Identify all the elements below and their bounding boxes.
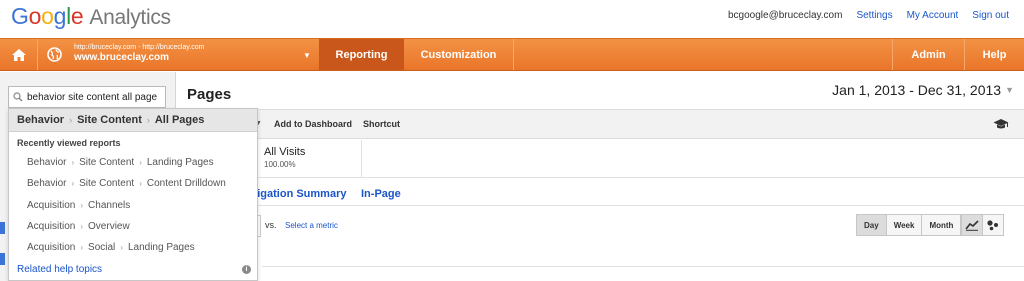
tab-admin[interactable]: Admin — [892, 39, 964, 70]
tab-in-page[interactable]: In-Page — [361, 188, 401, 200]
tab-customization[interactable]: Customization — [404, 39, 514, 70]
report-toolbar: ▼ Add to Dashboard Shortcut — [177, 109, 1024, 139]
crumb: Site Content — [79, 157, 135, 169]
chevron-down-icon: ▼ — [1005, 85, 1014, 95]
recent-report-item[interactable]: Acquisition › Overview — [9, 216, 257, 237]
home-button[interactable] — [0, 39, 38, 70]
segment-percent: 100.00% — [264, 160, 296, 169]
week-button[interactable]: Week — [885, 214, 923, 236]
google-analytics-logo[interactable]: Google Analytics — [11, 3, 171, 30]
top-bar: Google Analytics bcgoogle@bruceclay.com S… — [0, 0, 1024, 38]
home-icon — [11, 48, 26, 61]
related-help-link[interactable]: Related help topics — [17, 264, 102, 275]
tab-reporting[interactable]: Reporting — [319, 39, 404, 70]
search-input[interactable] — [27, 91, 163, 103]
chart-baseline — [262, 266, 1024, 267]
globe-icon — [46, 47, 62, 62]
crumb: Channels — [88, 199, 131, 211]
chart-type-buttons — [961, 214, 1004, 236]
add-to-dashboard-button[interactable]: Add to Dashboard — [274, 119, 352, 129]
info-icon[interactable]: i — [242, 264, 251, 274]
logo-letter: g — [53, 3, 67, 29]
chevron-right-icon: › — [120, 243, 123, 253]
search-suggestions-dropdown: Behavior › Site Content › All Pages Recently… — [8, 108, 258, 281]
line-chart-icon — [965, 220, 979, 231]
crumb: Social — [88, 242, 116, 254]
crumb: Acquisition — [27, 199, 76, 211]
motion-chart-icon — [987, 220, 998, 231]
logo-letter: o — [28, 3, 42, 29]
sidebar-indicator — [0, 253, 5, 265]
granularity-buttons: Day Week Month — [856, 214, 962, 236]
crumb: Acquisition — [27, 242, 76, 254]
chevron-right-icon: › — [69, 115, 73, 125]
crumb: Landing Pages — [146, 157, 214, 169]
chevron-right-icon: › — [146, 115, 150, 125]
date-range-text: Jan 1, 2013 - Dec 31, 2013 — [832, 82, 1002, 98]
chevron-right-icon: › — [80, 200, 84, 210]
sign-out-link[interactable]: Sign out — [972, 10, 1009, 21]
date-range-picker[interactable]: Jan 1, 2013 - Dec 31, 2013 ▼ — [832, 82, 1014, 98]
main-nav-bar: http://bruceclay.com - http://bruceclay.… — [0, 38, 1024, 71]
chevron-right-icon: › — [71, 179, 75, 189]
logo-letter: o — [41, 3, 54, 29]
settings-link[interactable]: Settings — [856, 10, 892, 21]
my-account-link[interactable]: My Account — [907, 10, 959, 21]
recent-report-item[interactable]: Behavior › Site Content › Landing Pages — [9, 152, 257, 173]
crumb: Behavior — [27, 178, 67, 190]
related-help-row: Related help topics i — [9, 258, 257, 280]
tab-help[interactable]: Help — [964, 39, 1024, 70]
report-subtabs: avigation Summary In-Page — [177, 186, 1024, 206]
crumb: Acquisition — [27, 221, 76, 233]
select-metric-link[interactable]: Select a metric — [285, 221, 338, 230]
crumb: Site Content — [79, 178, 135, 190]
crumb: Site Content — [77, 114, 142, 126]
chevron-right-icon: › — [80, 243, 84, 253]
crumb: All Pages — [154, 114, 205, 126]
chevron-right-icon: › — [71, 158, 75, 168]
logo-analytics-text: Analytics — [89, 6, 171, 29]
suggestion-top-result[interactable]: Behavior › Site Content › All Pages — [9, 109, 257, 132]
vs-label: vs. — [265, 220, 277, 230]
logo-letter: e — [70, 3, 84, 29]
month-button[interactable]: Month — [921, 214, 962, 236]
line-chart-button[interactable] — [961, 214, 983, 236]
chevron-right-icon: › — [80, 222, 84, 232]
metric-row: vs. Select a metric Day Week Month — [177, 206, 1024, 246]
search-icon — [13, 92, 23, 102]
graduation-cap-icon — [993, 119, 1009, 129]
report-search[interactable] — [8, 86, 166, 108]
crumb: Overview — [88, 221, 130, 233]
account-name: www.bruceclay.com — [74, 52, 170, 63]
crumb: Landing Pages — [127, 242, 195, 254]
motion-chart-button[interactable] — [982, 214, 1004, 236]
shortcut-button[interactable]: Shortcut — [363, 119, 400, 129]
account-selector[interactable]: http://bruceclay.com - http://bruceclay.… — [74, 44, 204, 63]
segment-summary: All Visits 100.00% — [177, 140, 1024, 178]
user-email: bcgoogle@bruceclay.com — [727, 10, 843, 21]
divider — [361, 140, 362, 178]
segment-label[interactable]: All Visits — [264, 146, 305, 158]
tab-navigation-summary[interactable]: avigation Summary — [245, 188, 346, 200]
crumb: Behavior — [27, 157, 67, 169]
chevron-down-icon[interactable]: ▼ — [303, 51, 311, 60]
sidebar-indicator — [0, 222, 5, 234]
chevron-right-icon: › — [139, 179, 142, 189]
day-button[interactable]: Day — [856, 214, 887, 236]
recent-report-item[interactable]: Acquisition › Channels — [9, 195, 257, 216]
account-selector-icon[interactable] — [38, 39, 70, 70]
recent-report-item[interactable]: Behavior › Site Content › Content Drilldown — [9, 173, 257, 194]
crumb: Behavior — [17, 114, 65, 126]
account-links: bcgoogle@bruceclay.com Settings My Accou… — [728, 10, 1009, 21]
page-title: Pages — [187, 86, 232, 103]
chevron-right-icon: › — [139, 158, 142, 168]
report-main: Pages Jan 1, 2013 - Dec 31, 2013 ▼ ▼ Add… — [177, 72, 1024, 281]
logo-letter: G — [11, 3, 29, 29]
education-button[interactable] — [993, 117, 1009, 135]
recent-reports-heading: Recently viewed reports — [17, 138, 121, 148]
account-url: http://bruceclay.com - http://bruceclay.… — [74, 44, 205, 51]
recent-report-item[interactable]: Acquisition › Social › Landing Pages — [9, 237, 257, 258]
crumb: Content Drilldown — [146, 178, 226, 190]
